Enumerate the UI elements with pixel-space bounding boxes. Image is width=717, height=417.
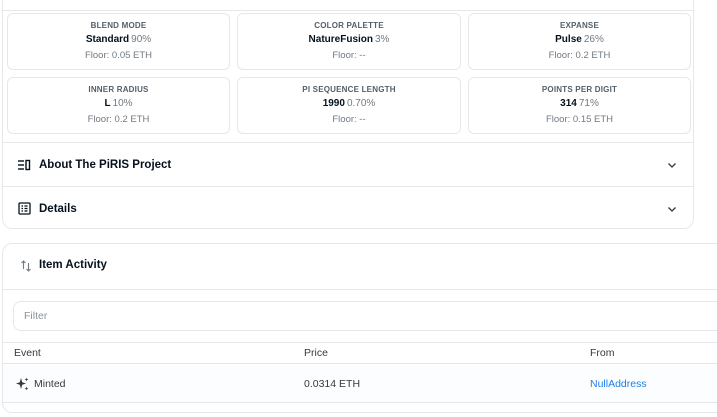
trait-floor: Floor: -- xyxy=(332,114,366,125)
trait-floor: Floor: 0.15 ETH xyxy=(545,114,614,125)
trait-type: Expanse xyxy=(559,21,600,30)
trait-type: Color Palette xyxy=(314,21,384,30)
trait-card-pi-sequence-length[interactable]: Pi Sequence Length 1990 0.70% Floor: -- xyxy=(237,77,461,134)
price-cell: 0.0314 ETH xyxy=(304,378,361,390)
chevron-down-icon[interactable] xyxy=(667,204,677,214)
trait-card-expanse[interactable]: Expanse Pulse 26% Floor: 0.2 ETH xyxy=(468,13,691,70)
item-activity-panel: Item Activity Event Price From Minted 0.… xyxy=(2,243,717,413)
panel-top-edge xyxy=(3,0,693,11)
trait-percent: 71% xyxy=(578,98,599,109)
details-section-header[interactable]: Details xyxy=(3,186,693,230)
about-section-header[interactable]: About The PiRIS Project xyxy=(3,142,693,186)
details-icon xyxy=(17,202,31,216)
trait-floor: Floor: -- xyxy=(332,50,366,61)
item-activity-title: Item Activity xyxy=(39,259,107,271)
trait-percent: 3% xyxy=(375,34,390,45)
trait-type: Inner Radius xyxy=(88,85,149,94)
trait-percent: 26% xyxy=(583,34,604,45)
activity-table-header: Event Price From xyxy=(3,342,717,364)
trait-value: 314 xyxy=(560,98,577,109)
trait-floor: Floor: 0.05 ETH xyxy=(84,50,153,61)
about-section-title: About The PiRIS Project xyxy=(39,158,172,171)
from-address-link[interactable]: NullAddress xyxy=(590,378,647,390)
trait-type: Blend Mode xyxy=(90,21,147,30)
trait-value: 1990 xyxy=(322,98,345,109)
table-row[interactable]: Minted 0.0314 ETH NullAddress xyxy=(3,365,717,403)
trait-card-inner-radius[interactable]: Inner Radius L 10% Floor: 0.2 ETH xyxy=(7,77,230,134)
trait-type: Pi Sequence Length xyxy=(302,85,396,94)
event-label: Minted xyxy=(34,378,66,390)
properties-panel: Blend Mode Standard 90% Floor: 0.05 ETH C… xyxy=(2,0,694,229)
column-price: Price xyxy=(304,347,328,359)
chevron-down-icon[interactable] xyxy=(667,160,677,170)
trait-value: Pulse xyxy=(555,34,582,45)
trait-card-color-palette[interactable]: Color Palette NatureFusion 3% Floor: -- xyxy=(237,13,461,70)
trait-floor: Floor: 0.2 ETH xyxy=(548,50,611,61)
filter-input[interactable] xyxy=(13,301,717,331)
text-align-icon xyxy=(17,158,31,172)
column-event: Event xyxy=(14,347,41,359)
event-cell: Minted xyxy=(15,377,66,391)
trait-percent: 10% xyxy=(112,98,133,109)
trait-percent: 0.70% xyxy=(346,98,376,109)
trait-value: Standard xyxy=(85,34,130,45)
swap-vertical-icon xyxy=(21,260,31,272)
trait-card-blend-mode[interactable]: Blend Mode Standard 90% Floor: 0.05 ETH xyxy=(7,13,230,70)
trait-floor: Floor: 0.2 ETH xyxy=(87,114,150,125)
trait-percent: 90% xyxy=(131,34,152,45)
details-section-title: Details xyxy=(39,202,77,215)
trait-value: L xyxy=(104,98,111,109)
traits-grid: Blend Mode Standard 90% Floor: 0.05 ETH C… xyxy=(7,13,691,134)
trait-card-points-per-digit[interactable]: Points Per Digit 314 71% Floor: 0.15 ETH xyxy=(468,77,691,134)
item-activity-header[interactable]: Item Activity xyxy=(3,244,717,290)
trait-value: NatureFusion xyxy=(308,34,373,45)
column-from: From xyxy=(590,347,615,359)
sparkle-icon xyxy=(16,377,29,391)
trait-type: Points Per Digit xyxy=(541,85,618,94)
